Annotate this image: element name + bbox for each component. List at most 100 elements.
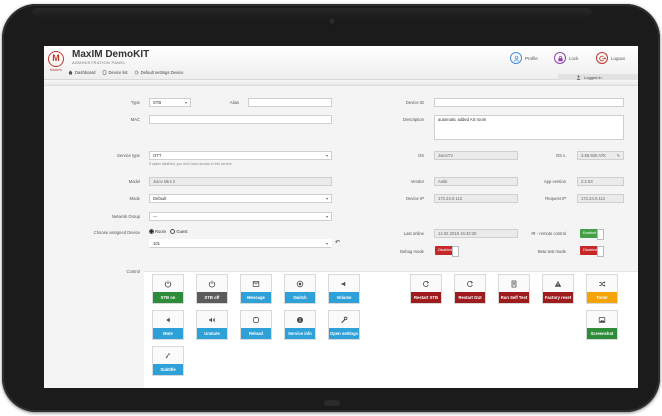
description-label: Description [403,117,424,122]
mute-label: Mute [153,328,183,339]
assign-radio-group: Room Guest [149,229,188,235]
breadcrumb-nav: Dashboard Device list Default settings D… [68,70,183,75]
tablet-frame: M Maxlnfo MaxIM DemoKIT ADMINISTRATION P… [2,4,660,412]
nav-device-list[interactable]: Device list [102,70,128,75]
chevron-down-icon: ▾ [184,100,187,105]
radio-room-label: Room [155,229,167,234]
type-label: Type [130,100,140,105]
screenshot-label: Screenshot [587,328,617,339]
os-label: OS [417,153,424,158]
radio-room-dot [149,229,154,235]
profile-button[interactable]: Profile [510,52,538,64]
type-value: STB [153,100,162,105]
header-underbar [44,80,638,86]
os-field: JuiceTV [434,151,518,160]
mute-button[interactable]: Mute [152,310,184,340]
request-ip-field: 172.24.0.112 [577,194,624,203]
undo-icon[interactable]: ↶ [335,239,340,246]
volume-icon [329,277,359,291]
device-id-label: Device ID [405,100,424,105]
brand-title: MaxIM DemoKIT [72,49,150,60]
tuner-button[interactable]: Tuner [586,274,618,304]
unmute-button[interactable]: Unmute [196,310,228,340]
reload-label: Reload [241,328,271,339]
nav-default-settings-label: Default settings Device [140,70,184,75]
stb-on-button[interactable]: STB on [152,274,184,304]
wrench-icon [329,313,359,327]
lock-label: Lock [569,55,579,61]
ir-label: IR - remote control [531,231,566,236]
radio-room[interactable]: Room [149,229,167,235]
mac-input[interactable] [149,115,332,124]
vendor-label: Vendor [410,179,424,184]
device-id-input[interactable] [434,98,624,107]
run-self-test-button[interactable]: Run Self Test [498,274,530,304]
type-select[interactable]: STB ▾ [149,98,191,107]
lock-button[interactable]: Lock [554,52,579,64]
alias-input[interactable] [248,98,332,107]
pencil-icon[interactable]: ✎ [617,152,620,159]
logout-icon [596,52,608,64]
volume-button[interactable]: Volume [328,274,360,304]
app-version-label: App version [543,179,566,184]
network-group-label: Network Group [111,214,140,219]
service-info-button[interactable]: Service info [284,310,316,340]
logout-label: Logout [611,55,625,61]
tablet-glare [32,8,592,18]
screenshot-button[interactable]: Screenshot [586,310,618,340]
device-select[interactable]: 101 ▾ [149,239,332,248]
home-icon [68,70,73,75]
chevron-down-icon: ▾ [325,153,328,158]
choose-device-label: Choose assigned Device [93,230,140,235]
stb-off-button[interactable]: STB off [196,274,228,304]
service-type-label: Service type [116,153,140,158]
debug-toggle[interactable]: Disabled [435,246,459,257]
nav-dashboard[interactable]: Dashboard [68,70,96,75]
nav-default-settings[interactable]: Default settings Device [134,70,184,75]
os-version-label: OS v. [555,153,566,158]
app-header: M Maxlnfo MaxIM DemoKIT ADMINISTRATION P… [44,46,638,80]
subtitle-button[interactable]: Subtitle [152,346,184,376]
service-type-select[interactable]: OTT ▾ [149,151,332,160]
logout-button[interactable]: Logout [596,52,625,64]
volume-label: Volume [329,292,359,303]
message-button[interactable]: Message [240,274,272,304]
beta-test-label: Beta test mode [537,249,566,254]
ir-toggle[interactable]: Enabled [580,229,604,240]
nav-device-list-label: Device list [108,70,128,75]
stb-off-label: STB off [197,292,227,303]
brand-logo: M [48,51,64,67]
logo-caption: Maxlnfo [49,68,63,72]
home-sensor [324,400,340,406]
vendor-field: Antik [434,177,518,186]
reload-button[interactable]: Reload [240,310,272,340]
app-screen: M Maxlnfo MaxIM DemoKIT ADMINISTRATION P… [44,46,638,388]
power-icon [153,277,183,291]
switch-button[interactable]: Switch [284,274,316,304]
mode-select[interactable]: Default ▾ [149,194,332,203]
beta-toggle[interactable]: Disabled [580,246,604,257]
service-type-hint: If option disabled, you don't have acces… [149,162,232,166]
network-group-value: --- [153,214,158,219]
tuner-label: Tuner [587,292,617,303]
restart-stb-button[interactable]: Restart STB [410,274,442,304]
subtitle-label: Subtitle [153,364,183,375]
device-select-value: 101 [153,241,160,246]
logged-in-label: Logged in [584,74,602,80]
camera-icon [328,17,336,25]
mute-icon [153,313,183,327]
radio-guest-dot [170,229,176,235]
chevron-down-icon: ▾ [325,241,328,246]
control-label: Control [126,269,141,274]
message-icon [241,277,271,291]
network-group-select[interactable]: --- ▾ [149,212,332,221]
open-settings-label: Open settings [329,328,359,339]
radio-guest[interactable]: Guest [170,229,188,235]
open-settings-button[interactable]: Open settings [328,310,360,340]
image-icon [587,313,617,327]
restart-gui-button[interactable]: Restart GUI [454,274,486,304]
factory-reset-button[interactable]: Factory reset [542,274,574,304]
description-textarea[interactable]: automatic added AS room [434,115,624,140]
app-version-field: 2.2.93 [577,177,624,186]
request-ip-label: Request IP [545,196,566,201]
